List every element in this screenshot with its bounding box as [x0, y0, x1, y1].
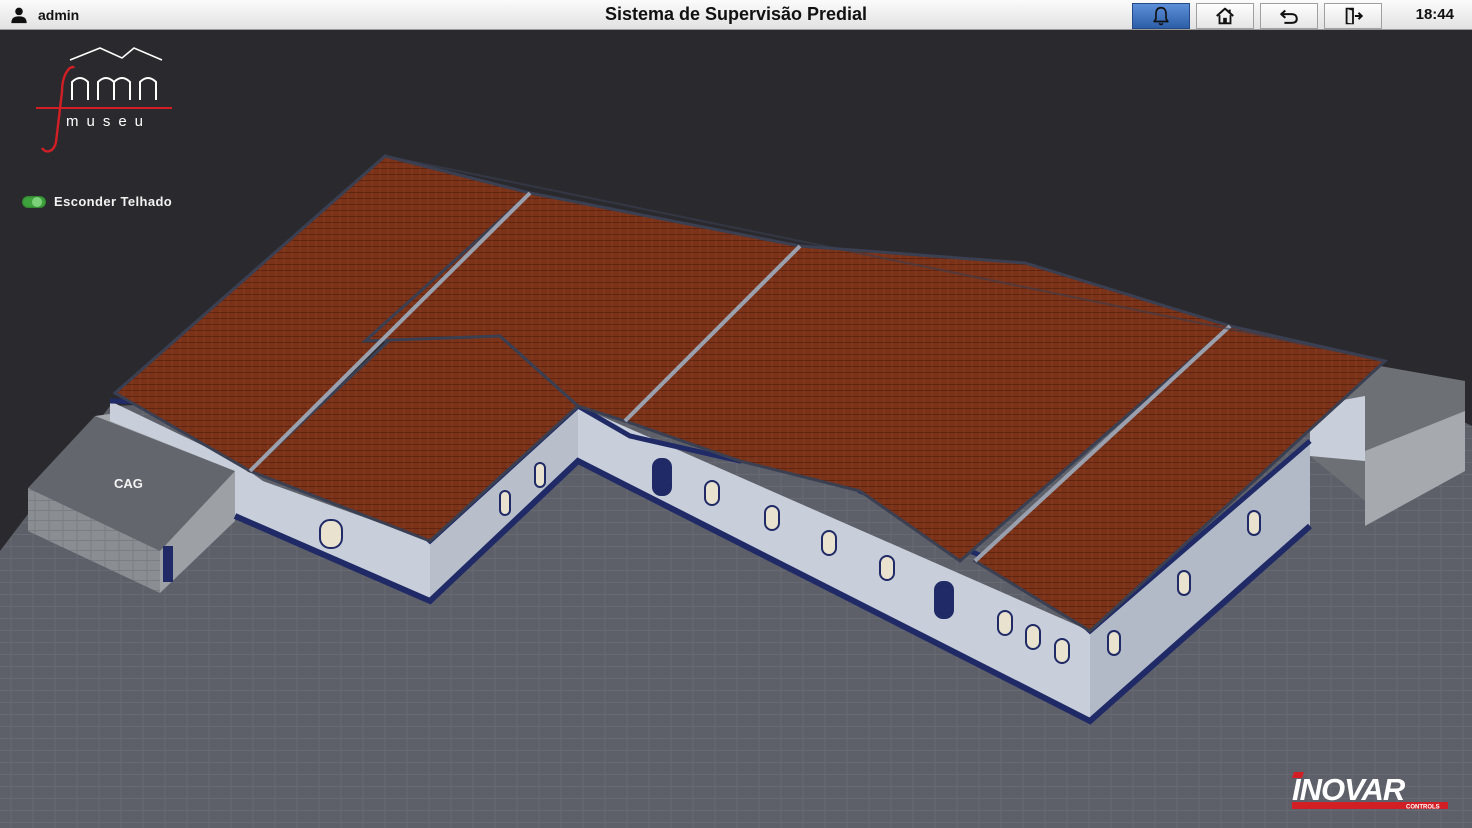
top-bar: admin Sistema de Supervisão Predial 18:4…	[0, 0, 1472, 30]
zone-label-cag[interactable]: CAG	[114, 476, 143, 491]
alarms-button[interactable]	[1132, 3, 1190, 29]
museum-logo-icon: museu	[36, 47, 172, 153]
svg-text:INOVAR: INOVAR	[1292, 772, 1406, 807]
home-icon	[1216, 7, 1234, 25]
hide-roof-toggle[interactable]	[22, 195, 46, 208]
exit-door-icon	[1345, 7, 1364, 25]
svg-text:CONTROLS: CONTROLS	[1406, 805, 1440, 811]
hide-roof-label: Esconder Telhado	[54, 194, 173, 209]
home-button[interactable]	[1196, 3, 1254, 29]
hide-roof-toggle-row[interactable]: Esconder Telhado	[22, 194, 172, 209]
bell-icon	[1153, 6, 1169, 26]
building-map	[0, 154, 1472, 828]
svg-text:museu: museu	[66, 113, 151, 130]
back-button[interactable]	[1260, 3, 1318, 29]
inovar-brand-icon: INOVAR CONTROLS	[1292, 772, 1448, 811]
toggle-knob	[32, 196, 42, 207]
clock: 18:44	[1415, 6, 1454, 23]
building-3d-view[interactable]	[0, 31, 1472, 828]
inovar-logo: INOVAR CONTROLS	[1292, 768, 1452, 814]
back-arrow-icon	[1280, 9, 1298, 24]
logout-button[interactable]	[1324, 3, 1382, 29]
fnmn-museu-logo: museu	[22, 42, 182, 160]
